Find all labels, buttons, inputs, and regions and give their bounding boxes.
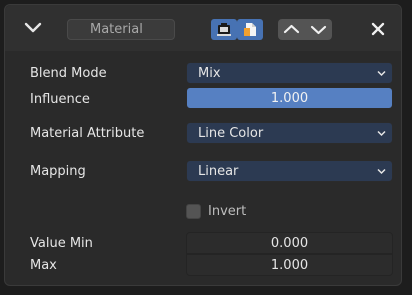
influence-slider[interactable]: 1.000 [186,87,393,109]
blend-mode-value: Mix [198,66,221,81]
chevron-down-icon [377,168,386,175]
move-buttons [278,19,332,40]
material-attribute-label: Material Attribute [30,126,145,141]
triangle-down-icon[interactable] [305,19,332,40]
chevron-down-icon [377,130,386,137]
max-label: Max [30,258,57,273]
chevron-down-icon [377,70,386,77]
modifier-panel: Material Blend Mode Mix Influence 1.000 … [4,4,402,286]
invert-checkbox[interactable] [186,204,201,219]
monitor-icon[interactable] [237,19,263,40]
material-attribute-value: Line Color [198,126,264,141]
blend-mode-label: Blend Mode [30,66,107,81]
triangle-up-icon[interactable] [278,19,305,40]
mapping-label: Mapping [30,164,86,179]
camera-icon[interactable] [211,19,237,40]
value-min-field[interactable]: 0.000 [186,232,393,254]
invert-label[interactable]: Invert [208,201,246,222]
close-icon[interactable] [367,20,389,38]
influence-label: Influence [30,92,90,107]
mapping-dropdown[interactable]: Linear [186,160,393,182]
mapping-value: Linear [198,164,239,179]
blend-mode-dropdown[interactable]: Mix [186,62,393,84]
chevron-down-icon[interactable] [23,21,43,35]
panel-header: Material [5,5,401,51]
modifier-name-field[interactable]: Material [67,19,175,40]
max-field[interactable]: 1.000 [186,254,393,276]
value-min-label: Value Min [30,236,93,251]
material-attribute-dropdown[interactable]: Line Color [186,122,393,144]
